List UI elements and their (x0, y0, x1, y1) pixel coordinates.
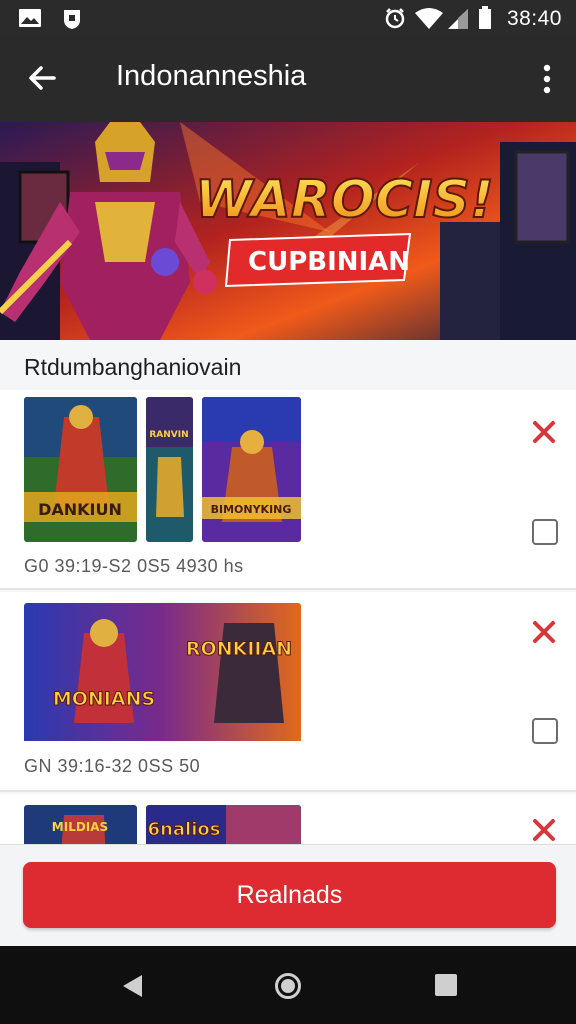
select-checkbox[interactable] (532, 519, 558, 545)
alarm-icon (385, 8, 405, 29)
system-nav-bar (0, 946, 576, 1024)
game-thumbnail[interactable]: RANVIN (146, 397, 193, 542)
app-bar: Indonanneshia (0, 36, 576, 122)
page-title: Indonanneshia (116, 60, 307, 92)
primary-action-button[interactable]: Realnads (23, 862, 556, 928)
item-meta: G0 39:19-S2 0S5 4930 hs (24, 556, 244, 576)
nav-recents-icon[interactable] (434, 973, 458, 997)
thumbnail-caption: BIMONYKING (211, 503, 292, 516)
promo-banner[interactable]: WAROCIS! CUPBINIAN (0, 122, 576, 340)
wifi-icon (415, 8, 443, 29)
banner-headline: WAROCIS! (195, 170, 494, 230)
shield-icon (64, 10, 80, 29)
thumbnail-caption: MILDIAS (52, 820, 108, 834)
close-icon[interactable] (530, 418, 558, 446)
more-options-icon[interactable] (542, 64, 552, 94)
section-title: Rtdumbanghaniovain (24, 354, 242, 380)
select-checkbox[interactable] (532, 718, 558, 744)
status-time: 38:40 (506, 7, 562, 30)
nav-home-icon[interactable] (274, 972, 302, 1000)
thumbnail-caption: RONKIIAN (186, 638, 292, 660)
action-footer: Realnads (0, 844, 576, 946)
game-thumbnail[interactable]: BIMONYKING (202, 397, 301, 542)
gallery-icon (19, 9, 41, 27)
back-arrow-icon[interactable] (26, 62, 58, 94)
list-item[interactable]: MONIANS RONKIIAN GN 39:16-32 0SS 50 (0, 592, 576, 792)
thumbnail-caption: MONIANS (53, 688, 155, 710)
banner-subtitle: CUPBINIAN (248, 247, 410, 277)
thumbnail-caption: 6nalios (148, 819, 221, 840)
game-thumbnail[interactable]: MONIANS RONKIIAN (24, 603, 301, 748)
close-icon[interactable] (530, 618, 558, 646)
close-icon[interactable] (530, 816, 558, 844)
status-bar: 38:40 (0, 0, 576, 36)
signal-icon (448, 9, 468, 29)
game-thumbnail[interactable]: DANKIUN (24, 397, 137, 542)
banner-artwork: WAROCIS! CUPBINIAN (0, 122, 576, 340)
battery-icon (479, 6, 491, 29)
list-item[interactable]: DANKIUN RANVIN BIMONYKING G0 39:19-S2 0S… (0, 390, 576, 590)
nav-back-icon[interactable] (120, 973, 144, 999)
item-meta: GN 39:16-32 0SS 50 (24, 756, 201, 776)
thumbnail-caption: DANKIUN (38, 500, 122, 519)
thumbnail-caption: RANVIN (149, 430, 188, 440)
